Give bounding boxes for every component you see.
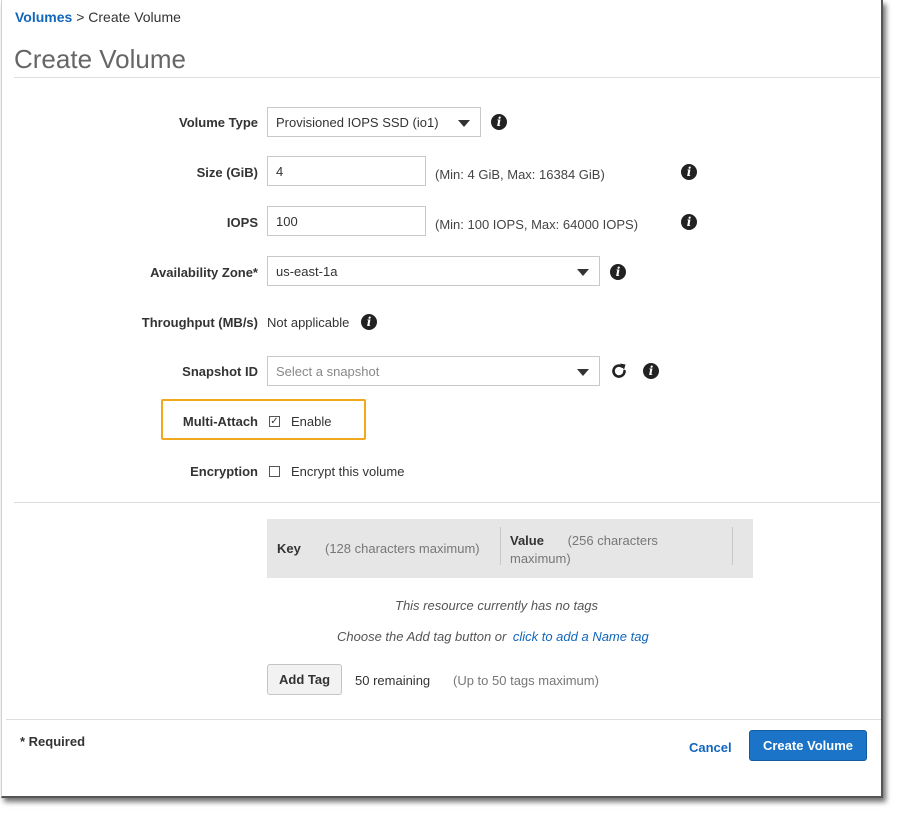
tags-column-divider-end [732,527,733,565]
tags-empty-message: This resource currently has no tags [395,598,599,613]
iops-value: 100 [276,213,298,229]
tags-prompt-text: Choose the Add tag button or [337,629,507,644]
snapshot-id-select[interactable]: Select a snapshot [267,356,600,386]
size-value: 4 [276,163,284,179]
multi-attach-option-label: Enable [291,414,332,429]
tags-value-hint-line2: maximum) [510,551,571,566]
multi-attach-option[interactable]: ✓ Enable [269,414,331,429]
add-tag-button[interactable]: Add Tag [267,664,342,695]
tags-remaining: 50 remaining [355,673,431,688]
info-icon[interactable]: i [610,264,626,280]
info-icon[interactable]: i [361,314,377,330]
info-icon[interactable]: i [491,114,507,130]
chevron-down-icon [458,120,470,127]
form-divider [14,502,880,503]
chevron-down-icon [577,369,589,376]
availability-zone-select[interactable]: us-east-1a [267,256,600,286]
info-icon[interactable]: i [643,363,659,379]
encryption-label: Encryption [190,464,258,479]
throughput-value: Not applicable [267,315,350,330]
info-icon[interactable]: i [681,164,697,180]
encryption-option[interactable]: Encrypt this volume [269,464,404,479]
tags-column-divider [500,527,501,565]
iops-label: IOPS [226,215,258,230]
iops-hint: (Min: 100 IOPS, Max: 64000 IOPS) [435,217,639,232]
page-title: Create Volume [14,44,186,74]
encryption-checkbox[interactable] [269,466,280,477]
cancel-button[interactable]: Cancel [689,740,732,755]
volume-type-label: Volume Type [179,115,258,130]
availability-zone-value: us-east-1a [276,263,338,279]
availability-zone-label: Availability Zone* [150,265,258,280]
multi-attach-checkbox[interactable]: ✓ [269,416,280,427]
add-name-tag-link[interactable]: click to add a Name tag [513,629,649,644]
volume-type-select[interactable]: Provisioned IOPS SSD (io1) [267,107,481,137]
tags-value-hint-line1: (256 characters [567,533,658,548]
tags-table-header: Key (128 characters maximum) Value (256 … [267,519,753,578]
breadcrumb-separator: > [72,9,89,25]
size-hint: (Min: 4 GiB, Max: 16384 GiB) [435,167,605,182]
volume-type-value: Provisioned IOPS SSD (io1) [276,114,439,130]
footer-divider [6,719,881,720]
tags-key-hint: (128 characters maximum) [325,541,480,556]
encryption-option-label: Encrypt this volume [291,464,405,479]
tags-limit: (Up to 50 tags maximum) [453,673,599,688]
required-note: * Required [20,734,86,749]
breadcrumb-volumes-link[interactable]: Volumes [15,9,72,25]
iops-input[interactable]: 100 [267,206,426,236]
multi-attach-label: Multi-Attach [182,414,258,429]
tags-prompt: Choose the Add tag button or click to ad… [337,628,649,646]
create-volume-button[interactable]: Create Volume [749,730,867,761]
snapshot-id-label: Snapshot ID [182,364,258,379]
breadcrumb: Volumes > Create Volume [15,9,181,25]
create-volume-panel: Volumes > Create Volume Create Volume Vo… [1,0,883,798]
throughput-label: Throughput (MB/s) [141,315,258,330]
size-input[interactable]: 4 [267,156,426,186]
info-icon[interactable]: i [681,214,697,230]
size-label: Size (GiB) [196,165,258,180]
title-divider [14,77,880,78]
snapshot-placeholder: Select a snapshot [276,363,380,379]
refresh-icon[interactable] [609,361,629,381]
tags-value-header-block: Value (256 characters maximum) [510,532,658,568]
tags-key-header: Key [277,541,301,556]
chevron-down-icon [577,269,589,276]
breadcrumb-current: Create Volume [88,9,181,25]
tags-value-header: Value [510,533,544,548]
